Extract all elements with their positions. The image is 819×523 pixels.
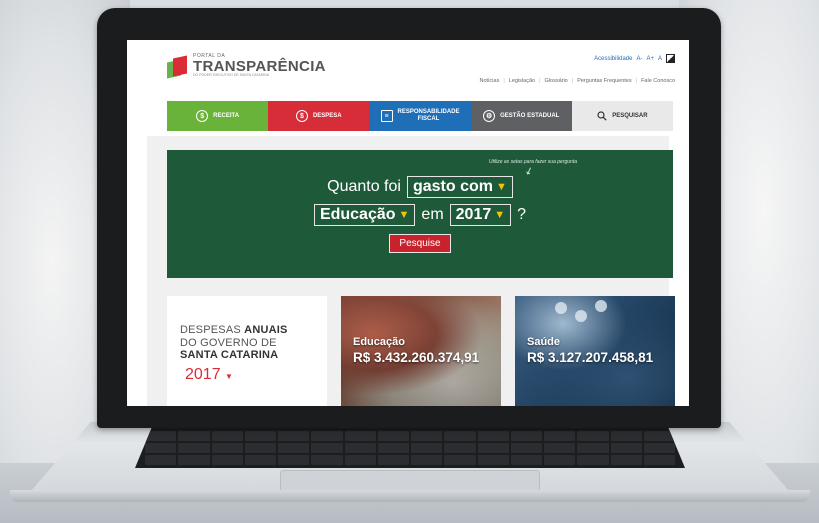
link-noticias[interactable]: Notícias: [479, 78, 499, 84]
dollar-coin-icon: $: [295, 110, 308, 122]
nav-responsabilidade-fiscal[interactable]: ≡ RESPONSABILIDADE FISCAL: [369, 101, 471, 131]
link-perguntas-frequentes[interactable]: Perguntas Frequentes: [577, 78, 631, 84]
nav-pesquisar-label: PESQUISAR: [612, 113, 648, 119]
dropdown-arrow-icon: ▼: [225, 371, 233, 381]
year-select-value: 2017: [455, 205, 492, 223]
health-label: Saúde: [527, 336, 561, 348]
area-select[interactable]: Educação ▼: [313, 203, 416, 226]
hint-text: Utilize as setas para fazer sua pergunta: [488, 159, 577, 165]
summary-year: 2017: [185, 365, 221, 383]
summary-line-3: SANTA CATARINA: [180, 349, 279, 362]
dollar-coin-icon: $: [196, 110, 209, 122]
logo-flag-icon: [167, 55, 189, 79]
link-legislacao[interactable]: Legislação: [509, 78, 535, 84]
laptop-screen: PORTAL DA TRANSPARÊNCIA DO PODER EXECUTI…: [127, 40, 689, 406]
surgical-lamp-icon: [595, 300, 607, 312]
area-select-value: Educação: [319, 205, 396, 223]
nav-pesquisar[interactable]: PESQUISAR: [571, 101, 674, 131]
accessibility-bar: Acessibilidade A- A+ A: [594, 54, 675, 63]
gears-icon: ⚙: [483, 110, 496, 122]
logo-title: TRANSPARÊNCIA: [193, 58, 326, 75]
link-fale-conosco[interactable]: Fale Conosco: [641, 78, 675, 84]
surgical-lamp-icon: [555, 302, 567, 314]
summary-text-b: ANUAIS: [244, 324, 288, 336]
nav-fiscal-label-2: FISCAL: [417, 116, 440, 122]
curved-arrow-icon: ↙: [522, 164, 535, 179]
summary-year-select[interactable]: 2017 ▼: [185, 366, 327, 384]
logo-subtitle: DO PODER EXECUTIVO DE SANTA CATARINA: [193, 73, 270, 77]
accessibility-link[interactable]: Acessibilidade: [594, 56, 632, 62]
health-value: R$ 3.127.207.458,81: [527, 350, 654, 365]
pesquise-button[interactable]: Pesquise: [389, 233, 451, 253]
contrast-icon[interactable]: [666, 54, 675, 63]
laptop-front-edge: [10, 490, 810, 502]
surgical-lamp-icon: [575, 310, 587, 322]
main-nav: $ RECEITA $ DESPESA ≡ RESPONSABILIDADE F…: [167, 101, 674, 131]
laptop-keyboard: [135, 428, 685, 468]
question-mark: ?: [517, 205, 527, 223]
font-reset-button[interactable]: A: [658, 56, 662, 62]
summary-line-2: DO GOVERNO DE: [180, 336, 277, 349]
dropdown-arrow-icon: ▼: [495, 180, 507, 193]
summary-text-a: DESPESAS: [180, 324, 245, 336]
education-label: Educação: [353, 336, 405, 348]
font-decrease-button[interactable]: A-: [636, 56, 642, 62]
action-select[interactable]: gasto com ▼: [406, 175, 513, 198]
action-select-value: gasto com: [412, 177, 493, 195]
year-select[interactable]: 2017 ▼: [449, 203, 512, 226]
question-banner: ↙ Utilize as setas para fazer sua pergun…: [167, 150, 673, 278]
question-connector: em: [421, 205, 444, 223]
top-links: Notícias | Legislação | Glossário | Perg…: [479, 78, 675, 84]
search-icon: [597, 111, 607, 121]
annual-spending-card: DESPESAS ANUAIS DO GOVERNO DE SANTA CATA…: [167, 296, 327, 406]
nav-gestao-label: GESTÃO ESTADUAL: [500, 113, 560, 119]
dropdown-arrow-icon: ▼: [398, 208, 410, 221]
nav-receita[interactable]: $ RECEITA: [167, 101, 269, 131]
link-glossario[interactable]: Glossário: [545, 78, 568, 84]
education-value: R$ 3.432.260.374,91: [353, 350, 480, 365]
nav-despesa[interactable]: $ DESPESA: [268, 101, 370, 131]
document-icon: ≡: [380, 110, 393, 122]
nav-gestao-estadual[interactable]: ⚙ GESTÃO ESTADUAL: [470, 101, 572, 131]
nav-fiscal-label-1: RESPONSABILIDADE: [397, 109, 460, 116]
health-card[interactable]: Saúde R$ 3.127.207.458,81: [515, 296, 675, 406]
nav-despesa-label: DESPESA: [312, 113, 342, 119]
site-logo[interactable]: PORTAL DA TRANSPARÊNCIA DO PODER EXECUTI…: [167, 54, 326, 79]
font-increase-button[interactable]: A+: [646, 56, 654, 62]
education-card[interactable]: Educação R$ 3.432.260.374,91: [341, 296, 501, 406]
nav-receita-label: RECEITA: [213, 113, 240, 119]
question-prefix: Quanto foi: [327, 177, 401, 195]
dropdown-arrow-icon: ▼: [494, 208, 506, 221]
